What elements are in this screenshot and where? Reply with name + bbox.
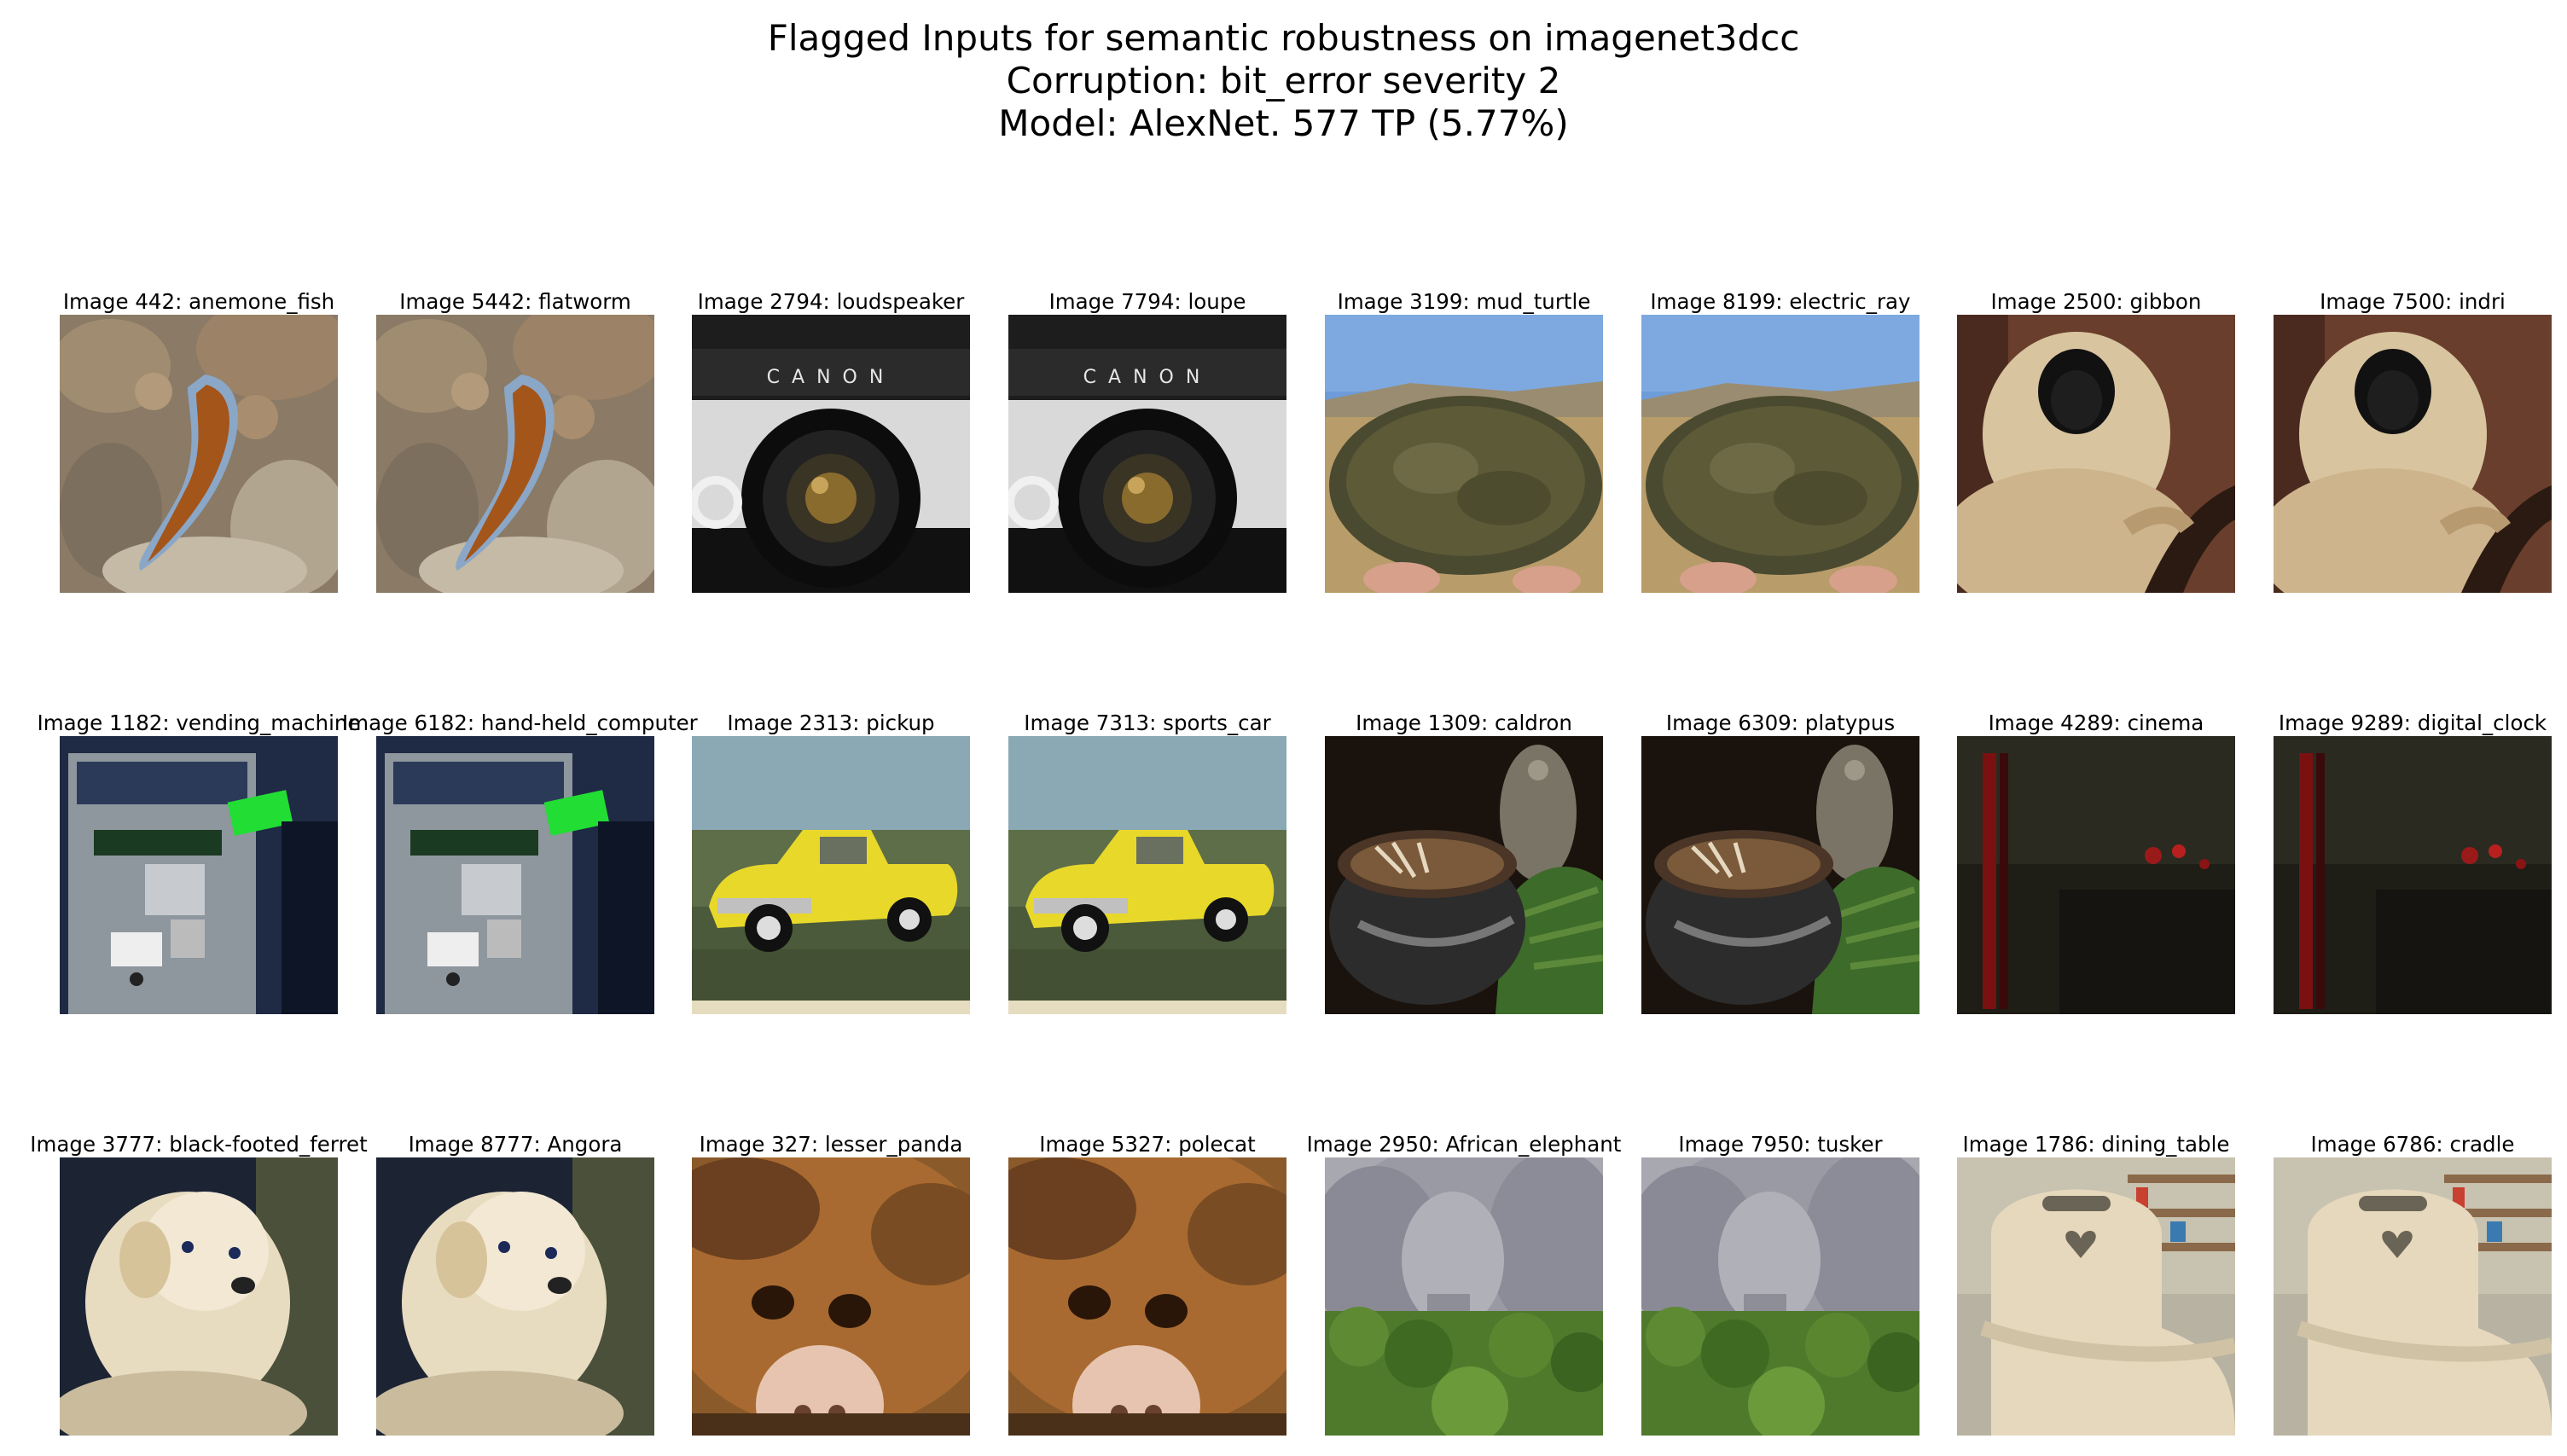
image-thumbnail: CANON [692,315,970,593]
image-thumbnail [60,315,338,593]
image-thumbnail [1957,1157,2235,1436]
image-caption: Image 3777: black-footed_ferret [30,1132,368,1157]
image-caption: Image 327: lesser_panda [699,1132,963,1157]
image-thumbnail [1325,1157,1603,1436]
image-thumbnail [60,736,338,1014]
image-caption: Image 6309: platypus [1665,711,1896,735]
image-thumbnail [1957,736,2235,1014]
image-thumbnail [1325,736,1603,1014]
image-thumbnail [1957,315,2235,593]
image-caption: Image 3199: mud_turtle [1337,289,1591,314]
image-thumbnail [692,1157,970,1436]
image-thumbnail [376,736,654,1014]
image-caption: Image 442: anemone_fish [62,289,335,314]
image-caption: Image 5442: flatworm [399,289,631,314]
image-caption: Image 8199: electric_ray [1650,289,1911,314]
image-caption: Image 7950: tusker [1678,1132,1883,1157]
image-thumbnail: CANON [1008,315,1286,593]
image-caption: Image 5327: polecat [1039,1132,1256,1157]
image-caption: Image 6786: cradle [2310,1132,2515,1157]
image-thumbnail [376,315,654,593]
image-caption: Image 4289: cinema [1988,711,2204,735]
image-caption: Image 8777: Angora [408,1132,623,1157]
image-caption: Image 2500: gibbon [1990,289,2202,314]
image-caption: Image 2313: pickup [727,711,935,735]
image-caption: Image 7313: sports_car [1024,711,1271,735]
image-thumbnail [692,736,970,1014]
svg-text:CANON: CANON [767,367,896,388]
image-caption: Image 7500: indri [2320,289,2506,314]
image-grid: Image 442: anemone_fish Image 5442: flat… [0,0,2567,1456]
image-thumbnail [1008,736,1286,1014]
image-thumbnail [2274,736,2552,1014]
image-caption: Image 1786: dining_table [1962,1132,2230,1157]
image-caption: Image 1309: caldron [1356,711,1572,735]
image-caption: Image 1182: vending_machine [37,711,361,735]
image-thumbnail [2274,1157,2552,1436]
image-caption: Image 2950: African_elephant [1306,1132,1622,1157]
image-thumbnail [60,1157,338,1436]
image-caption: Image 9289: digital_clock [2278,711,2547,735]
image-thumbnail [1008,1157,1286,1436]
image-thumbnail [1641,736,1919,1014]
svg-text:CANON: CANON [1083,367,1212,388]
image-caption: Image 7794: loupe [1048,289,1246,314]
image-thumbnail [2274,315,2552,593]
image-caption: Image 6182: hand-held_computer [342,711,698,735]
image-caption: Image 2794: loudspeaker [697,289,965,314]
image-thumbnail [1325,315,1603,593]
image-thumbnail [1641,1157,1919,1436]
image-thumbnail [1641,315,1919,593]
image-thumbnail [376,1157,654,1436]
